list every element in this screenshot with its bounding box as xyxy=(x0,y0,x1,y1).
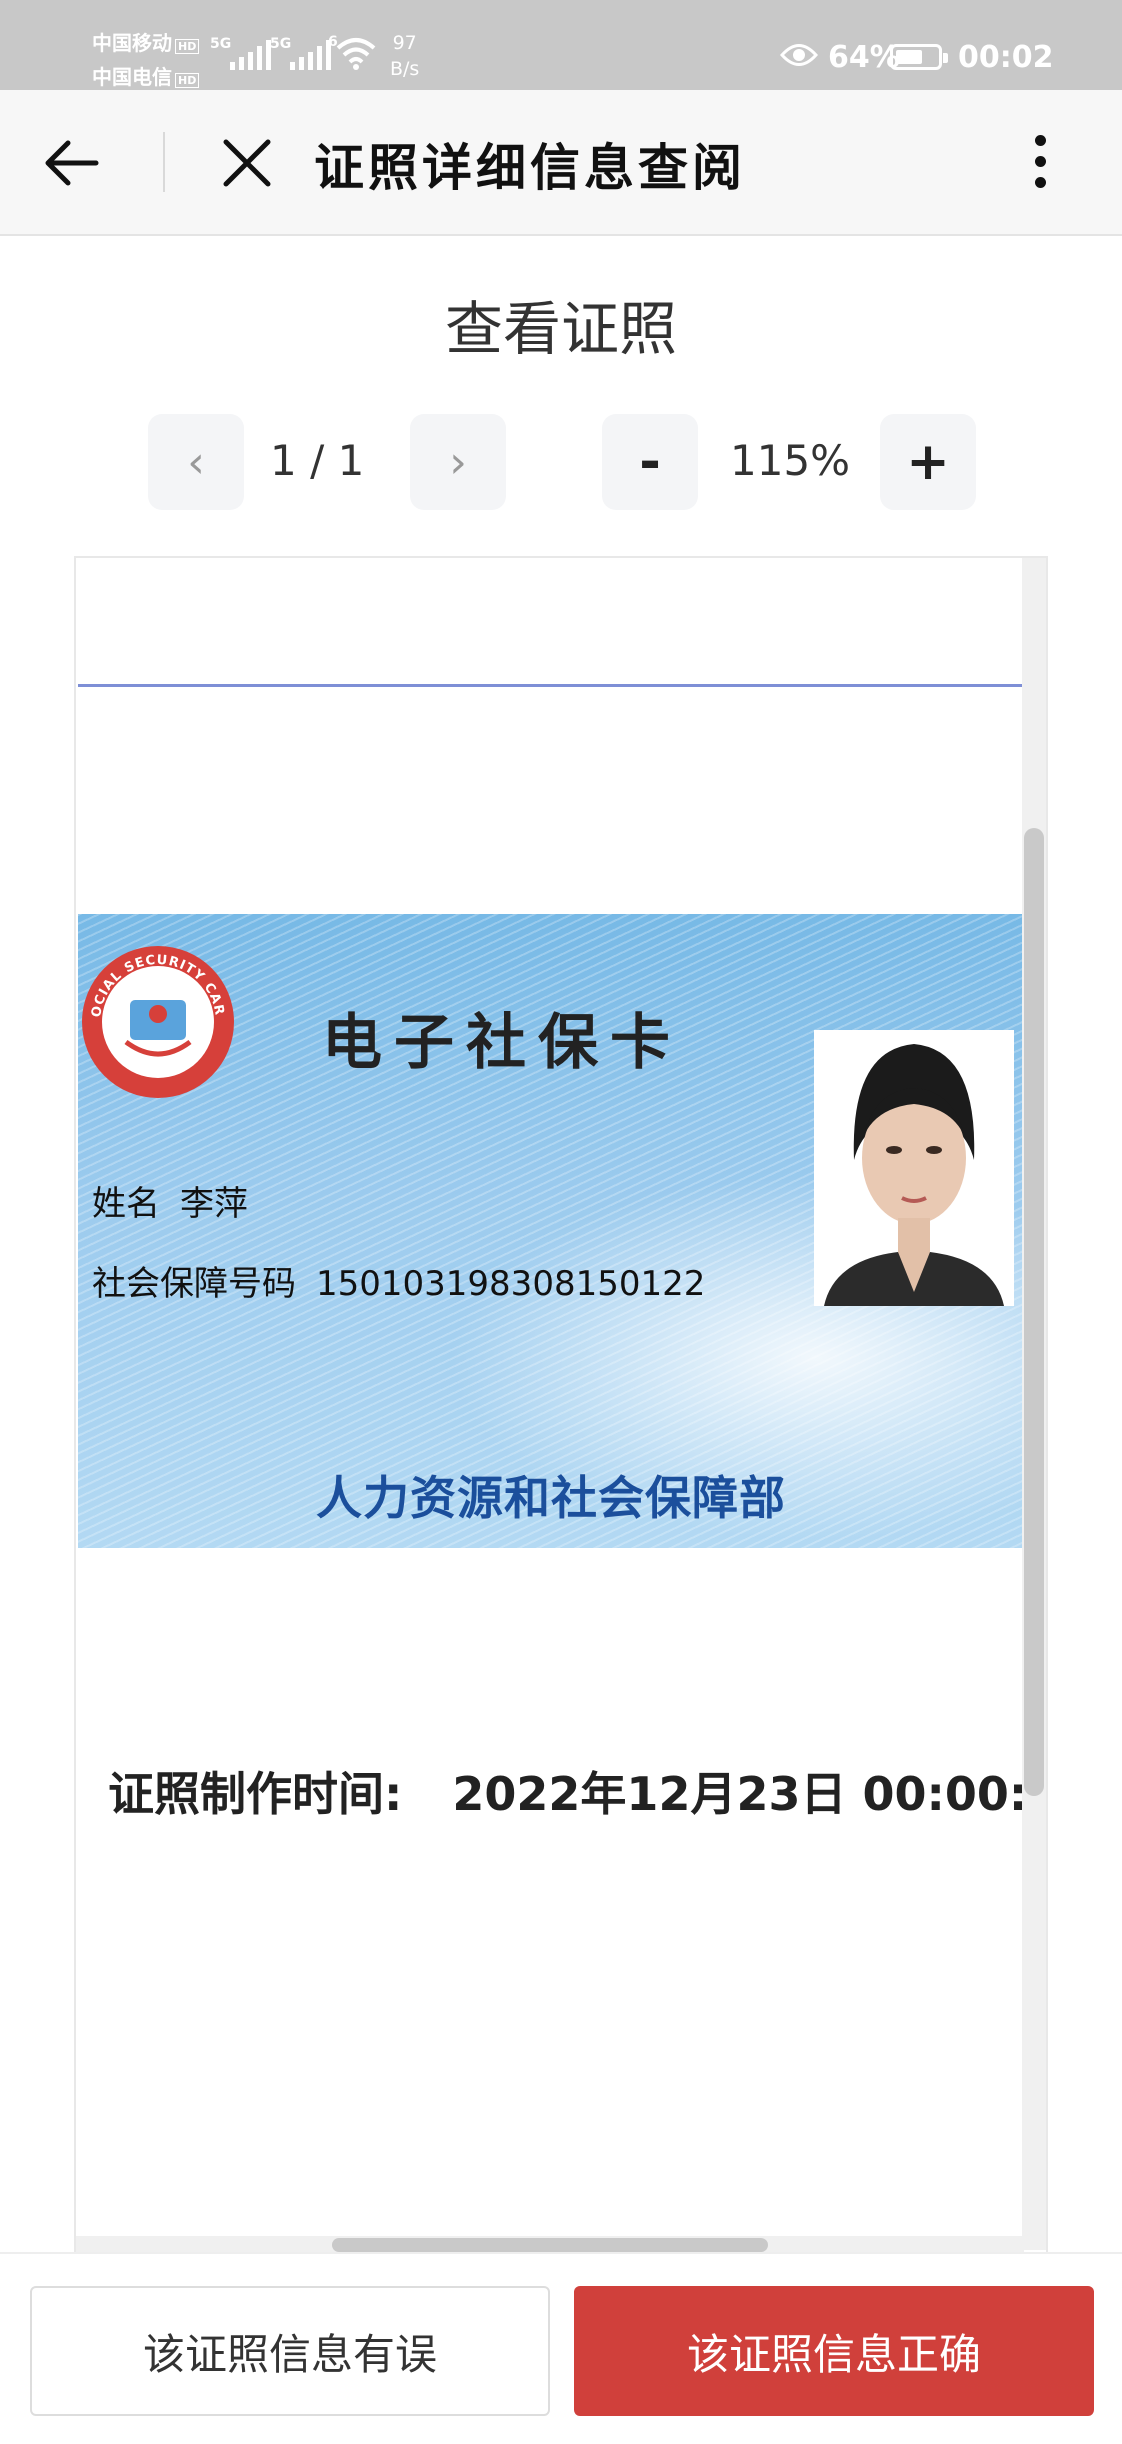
arrow-left-icon[interactable] xyxy=(40,130,106,196)
status-bar: 中国移动 HD 中国电信 HD 5G 5G 6 97 B/s 64% 00:02 xyxy=(0,0,1122,90)
card-title: 电子社保卡 xyxy=(322,1008,682,1078)
page-indicator: 1 / 1 xyxy=(270,436,365,485)
vertical-scroll-thumb[interactable] xyxy=(1024,828,1044,1796)
carrier-1-hd-tag: HD xyxy=(175,39,200,54)
carrier-2-hd-tag: HD xyxy=(175,73,200,88)
eye-icon xyxy=(780,44,818,66)
close-icon[interactable] xyxy=(214,130,280,196)
battery-icon xyxy=(890,44,948,70)
header-divider xyxy=(163,132,165,192)
prev-page-button[interactable]: ‹ xyxy=(148,414,244,510)
zoom-in-button[interactable]: + xyxy=(880,414,976,510)
ssn-value: 150103198308150122 xyxy=(316,1264,706,1304)
name-field: 姓名 李萍 xyxy=(92,1176,248,1225)
signal-1-icon xyxy=(230,40,271,70)
id-photo xyxy=(814,1030,1014,1306)
made-time-row: 证照制作时间: 2022年12月23日 00:00:3 xyxy=(108,1758,1048,1824)
ssn-label: 社会保障号码 xyxy=(92,1264,296,1304)
made-time-value: 2022年12月23日 00:00:3 xyxy=(452,1767,1048,1821)
zoom-level: 115% xyxy=(730,436,851,485)
zoom-out-button[interactable]: - xyxy=(602,414,698,510)
social-security-emblem-icon: SOCIAL SECURITY CARD 社会保障卡 xyxy=(78,942,234,1098)
wifi-label: 6 xyxy=(328,34,338,50)
horizontal-scroll-thumb[interactable] xyxy=(332,2238,768,2252)
page-title: 查看证照 xyxy=(444,295,677,363)
header-title: 证照详细信息查阅 xyxy=(314,138,746,197)
made-time-label: 证照制作时间: xyxy=(108,1767,403,1821)
app-header: 证照详细信息查阅 xyxy=(0,90,1122,236)
document-viewer[interactable]: SOCIAL SECURITY CARD 社会保障卡 电子社保卡 姓名李萍 社会… xyxy=(74,556,1048,2256)
vertical-scrollbar[interactable] xyxy=(1022,558,1046,2250)
carrier-names: 中国移动 HD 中国电信 HD xyxy=(92,28,200,96)
next-page-button[interactable]: › xyxy=(410,414,506,510)
info-incorrect-button[interactable]: 该证照信息有误 xyxy=(30,2286,550,2416)
social-security-card: SOCIAL SECURITY CARD 社会保障卡 电子社保卡 姓名李萍 社会… xyxy=(78,914,1024,1548)
more-vertical-icon[interactable] xyxy=(1020,130,1060,196)
net-speed-unit: B/s xyxy=(390,58,420,80)
signal-2-icon xyxy=(290,40,331,70)
net-speed: 97 B/s xyxy=(390,30,419,82)
name-value: 李萍 xyxy=(180,1184,248,1224)
net-speed-value: 97 xyxy=(392,32,417,54)
carrier-1: 中国移动 xyxy=(92,31,172,55)
bottom-action-bar: 该证照信息有误 该证照信息正确 xyxy=(0,2252,1122,2444)
card-issuer: 人力资源和社会保障部 xyxy=(316,1471,786,1525)
ssn-field: 社会保障号码 150103198308150122 xyxy=(92,1256,705,1305)
document-divider-line xyxy=(78,684,1024,687)
wifi-icon xyxy=(336,38,376,70)
network-type-2: 5G xyxy=(270,36,292,52)
battery-level-fill xyxy=(896,50,922,64)
info-correct-button[interactable]: 该证照信息正确 xyxy=(574,2286,1094,2416)
name-label: 姓名 xyxy=(92,1184,160,1224)
clock: 00:02 xyxy=(958,40,1054,75)
carrier-2: 中国电信 xyxy=(92,65,172,89)
network-type-1: 5G xyxy=(210,36,232,52)
